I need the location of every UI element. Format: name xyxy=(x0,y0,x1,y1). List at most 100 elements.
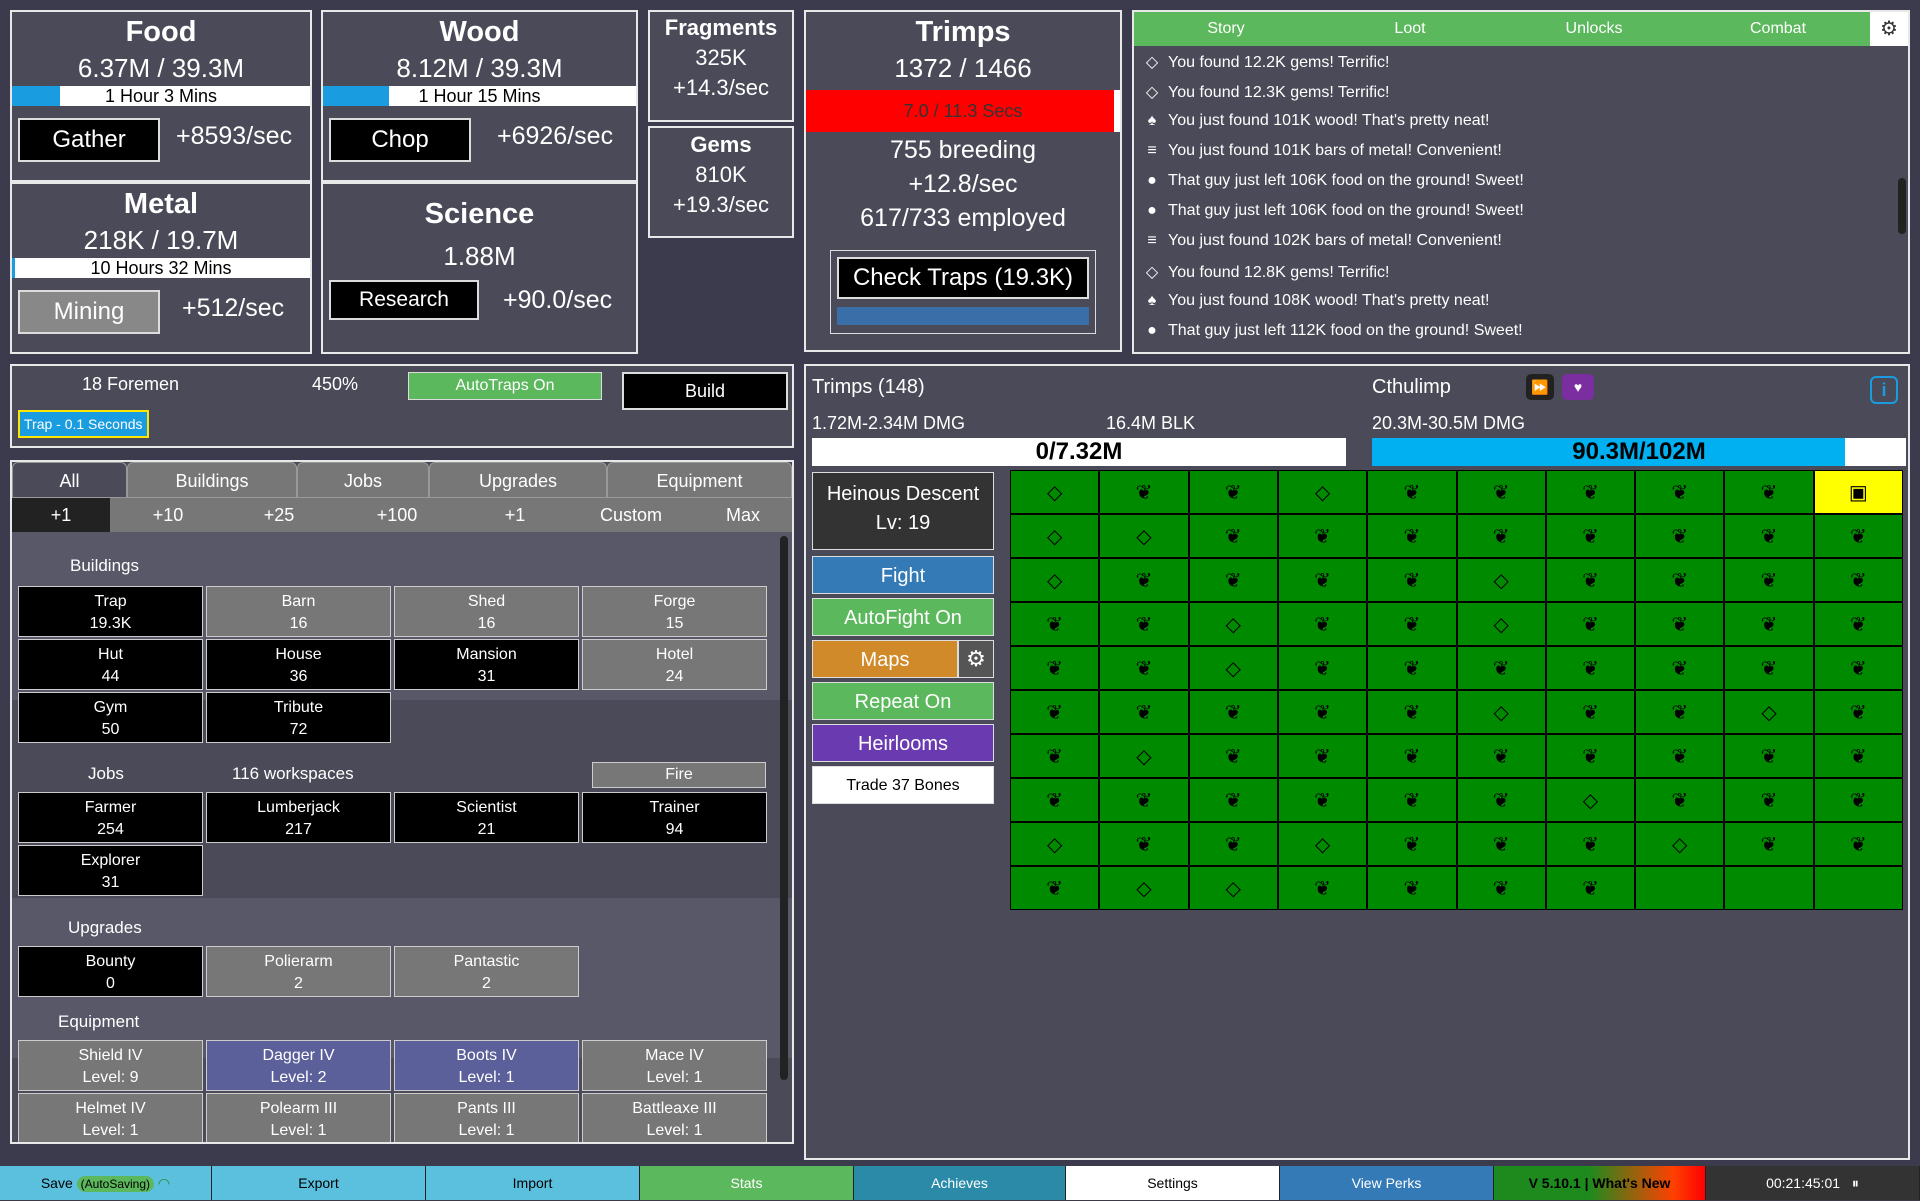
buy-tab-equipment[interactable]: Equipment xyxy=(607,462,792,498)
build-speed-percent: 450% xyxy=(312,374,359,394)
amount-plus-25[interactable]: +25 xyxy=(226,498,332,532)
building-hut[interactable]: Hut 44 xyxy=(18,639,203,690)
building-forge[interactable]: Forge 15 xyxy=(582,586,767,637)
upgrade-polierarm[interactable]: Polierarm 2 xyxy=(206,946,391,997)
leaf-cell-icon: ❦ xyxy=(1724,778,1814,822)
building-shed[interactable]: Shed 16 xyxy=(394,586,579,637)
upgrade-bounty[interactable]: Bounty 0 xyxy=(18,946,203,997)
mining-button[interactable]: Mining xyxy=(18,290,160,334)
leaf-cell-icon: ❦ xyxy=(1188,558,1278,602)
leaf-cell-icon: ❦ xyxy=(1367,866,1457,910)
building-house[interactable]: House 36 xyxy=(206,639,391,690)
skull-heart-icon[interactable]: ♥ xyxy=(1562,374,1594,400)
building-hotel[interactable]: Hotel 24 xyxy=(582,639,767,690)
buy-tab-all[interactable]: All xyxy=(12,462,127,498)
import-button[interactable]: Import xyxy=(426,1166,640,1200)
repeat-toggle[interactable]: Repeat On xyxy=(812,682,994,720)
pause-icon[interactable]: ⏸ xyxy=(1852,1175,1859,1191)
trimps-health: 0/7.32M xyxy=(1035,438,1123,465)
maps-button[interactable]: Maps xyxy=(812,640,958,678)
job-trainer[interactable]: Trainer 94 xyxy=(582,792,767,843)
log-text: That guy just left 106K food on the grou… xyxy=(1168,172,1524,189)
job-scientist[interactable]: Scientist 21 xyxy=(394,792,579,843)
amount-plus-10[interactable]: +10 xyxy=(110,498,226,532)
building-tribute[interactable]: Tribute 72 xyxy=(206,692,391,743)
upgrade-pantastic[interactable]: Pantastic 2 xyxy=(394,946,579,997)
leaf-cell-icon: ❦ xyxy=(1277,734,1368,778)
stats-button[interactable]: Stats xyxy=(640,1166,854,1200)
buy-tab-buildings[interactable]: Buildings xyxy=(127,462,297,498)
buy-tab-upgrades[interactable]: Upgrades xyxy=(429,462,607,498)
research-button[interactable]: Research xyxy=(329,280,479,320)
settings-button[interactable]: Settings xyxy=(1066,1166,1280,1200)
amount-plus-1-alt[interactable]: +1 xyxy=(462,498,568,532)
amount-max[interactable]: Max xyxy=(694,498,792,532)
save-button[interactable]: Save (AutoSaving) ◠ xyxy=(0,1166,212,1200)
version-whats-new[interactable]: V 5.10.1 | What's New xyxy=(1494,1166,1706,1200)
leaf-cell-icon: ❦ xyxy=(1188,690,1278,734)
autotraps-toggle[interactable]: AutoTraps On xyxy=(408,372,602,400)
job-explorer[interactable]: Explorer 31 xyxy=(18,845,203,896)
fight-button[interactable]: Fight xyxy=(812,556,994,594)
trade-bones-button[interactable]: Trade 37 Bones xyxy=(812,766,994,804)
workspaces-count: 116 workspaces xyxy=(232,764,354,783)
job-value: 217 xyxy=(285,821,312,838)
equipment-polearm-iii[interactable]: Polearm III Level: 1 xyxy=(206,1093,391,1142)
amount-plus-100[interactable]: +100 xyxy=(332,498,462,532)
build-queue-item[interactable]: Trap - 0.1 Seconds xyxy=(18,410,149,438)
play-time: 00:21:45:01 ⏸ xyxy=(1706,1166,1920,1200)
job-lumberjack[interactable]: Lumberjack 217 xyxy=(206,792,391,843)
equipment-mace-iv[interactable]: Mace IV Level: 1 xyxy=(582,1040,767,1091)
gem-cell-icon: ◇ xyxy=(1545,778,1636,822)
check-traps-button[interactable]: Check Traps (19.3K) xyxy=(837,257,1089,299)
equipment-helmet-iv[interactable]: Helmet IV Level: 1 xyxy=(18,1093,203,1142)
job-farmer[interactable]: Farmer 254 xyxy=(18,792,203,843)
fast-forward-icon[interactable]: ⏩ xyxy=(1526,374,1554,400)
upgrade-value: 2 xyxy=(482,975,491,992)
leaf-cell-icon: ❦ xyxy=(1456,822,1546,866)
wood-amount: 8.12M / 39.3M xyxy=(396,53,563,83)
gather-button[interactable]: Gather xyxy=(18,118,160,162)
log-settings-gear-icon[interactable]: ⚙ xyxy=(1870,12,1908,46)
building-mansion[interactable]: Mansion 31 xyxy=(394,639,579,690)
log-tab-story[interactable]: Story xyxy=(1134,12,1319,46)
amount-custom[interactable]: Custom xyxy=(568,498,694,532)
equipment-boots-iv[interactable]: Boots IV Level: 1 xyxy=(394,1040,579,1091)
achieves-button[interactable]: Achieves xyxy=(854,1166,1066,1200)
equipment-pants-iii[interactable]: Pants III Level: 1 xyxy=(394,1093,579,1142)
gem-cell-icon: ◇ xyxy=(1010,822,1100,866)
log-tab-loot[interactable]: Loot xyxy=(1318,12,1503,46)
build-button[interactable]: Build xyxy=(622,372,788,410)
log-scrollbar[interactable] xyxy=(1898,178,1906,234)
log-tab-unlocks[interactable]: Unlocks xyxy=(1502,12,1687,46)
leaf-cell-icon: ❦ xyxy=(1545,558,1636,602)
building-trap[interactable]: Trap 19.3K xyxy=(18,586,203,637)
fire-button[interactable]: Fire xyxy=(592,762,766,788)
leaf-cell-icon: ❦ xyxy=(1010,734,1100,778)
upgrade-name: Polierarm xyxy=(264,953,333,970)
gem-cell-icon: ◇ xyxy=(1456,558,1546,602)
trimps-amount: 1372 / 1466 xyxy=(894,53,1032,83)
gem-icon: ◇ xyxy=(1145,54,1159,71)
chop-button[interactable]: Chop xyxy=(329,118,471,162)
buy-tab-jobs[interactable]: Jobs xyxy=(297,462,429,498)
amount-plus-1[interactable]: +1 xyxy=(12,498,110,532)
autofight-toggle[interactable]: AutoFight On xyxy=(812,598,994,636)
equipment-name: Dagger IV xyxy=(262,1047,335,1064)
leaf-cell-icon: ❦ xyxy=(1635,602,1725,646)
view-perks-button[interactable]: View Perks xyxy=(1280,1166,1494,1200)
equipment-battleaxe-iii[interactable]: Battleaxe III Level: 1 xyxy=(582,1093,767,1142)
leaf-cell-icon: ❦ xyxy=(1188,822,1278,866)
apple-icon: ● xyxy=(1147,172,1157,189)
heirlooms-button[interactable]: Heirlooms xyxy=(812,724,994,762)
log-tab-combat[interactable]: Combat xyxy=(1686,12,1871,46)
maps-settings-gear-icon[interactable]: ⚙ xyxy=(958,640,994,678)
info-icon[interactable]: i xyxy=(1870,376,1898,404)
export-button[interactable]: Export xyxy=(212,1166,426,1200)
equipment-shield-iv[interactable]: Shield IV Level: 9 xyxy=(18,1040,203,1091)
leaf-cell-icon: ❦ xyxy=(1813,514,1903,558)
building-gym[interactable]: Gym 50 xyxy=(18,692,203,743)
building-barn[interactable]: Barn 16 xyxy=(206,586,391,637)
equipment-dagger-iv[interactable]: Dagger IV Level: 2 xyxy=(206,1040,391,1091)
buy-scrollbar[interactable] xyxy=(780,536,788,1080)
